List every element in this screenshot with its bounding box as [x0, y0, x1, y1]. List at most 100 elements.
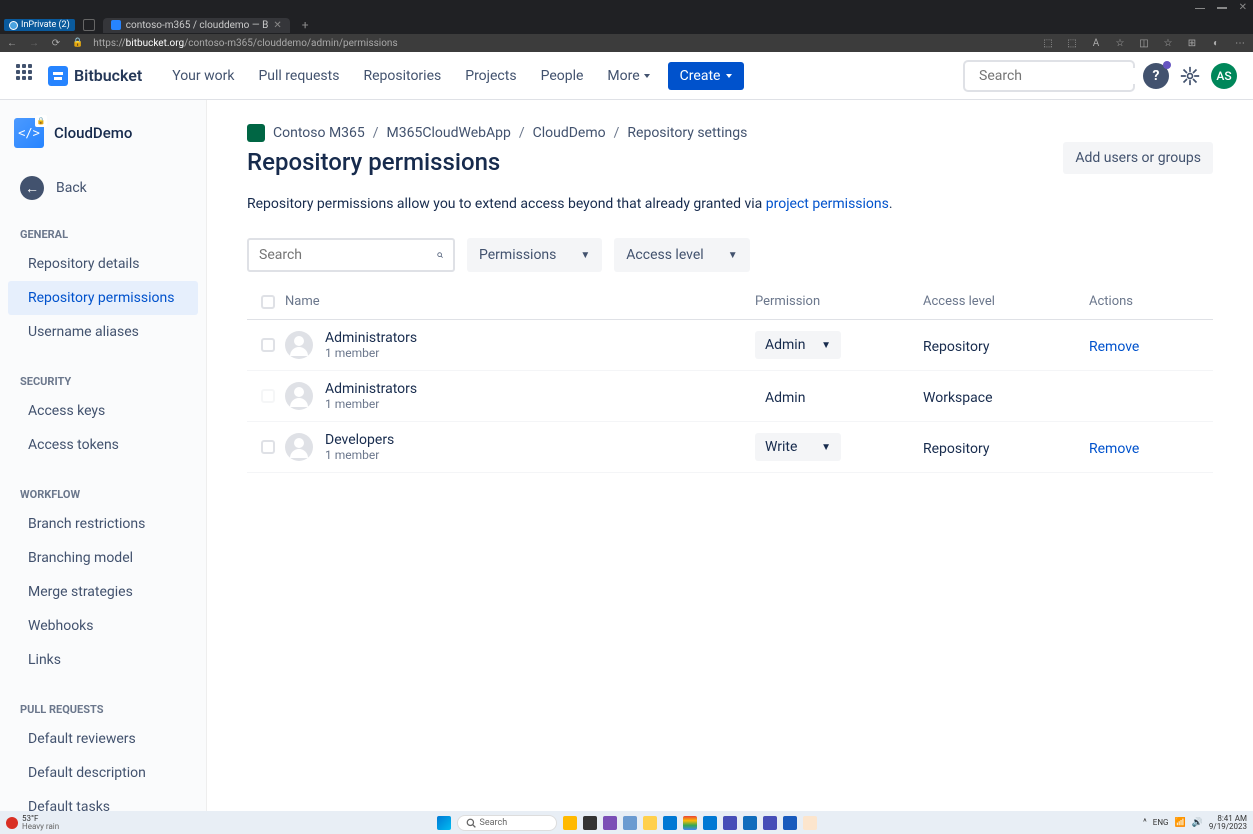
link-branching-model[interactable]: Branching model: [8, 541, 198, 575]
row-checkbox[interactable]: [261, 338, 275, 352]
tray-lang[interactable]: ENG: [1153, 818, 1169, 827]
add-users-button[interactable]: Add users or groups: [1063, 142, 1213, 174]
link-branch-restrictions[interactable]: Branch restrictions: [8, 507, 198, 541]
link-repository-permissions[interactable]: Repository permissions: [8, 281, 198, 315]
taskbar-app-icon[interactable]: [803, 816, 817, 830]
bc-project[interactable]: M365CloudWebApp: [387, 125, 511, 141]
favorites-bar-icon[interactable]: ☆: [1161, 38, 1175, 49]
taskbar-app-icon[interactable]: [643, 816, 657, 830]
top-nav: Bitbucket Your work Pull requests Reposi…: [0, 52, 1253, 100]
window-maximize-icon[interactable]: [1217, 7, 1227, 9]
tab-overview-icon[interactable]: [83, 19, 95, 31]
filter-permissions[interactable]: Permissions ▼: [467, 238, 602, 272]
nav-repositories[interactable]: Repositories: [353, 62, 451, 90]
search-input[interactable]: [979, 68, 1157, 84]
taskbar-app-icon[interactable]: [743, 816, 757, 830]
link-username-aliases[interactable]: Username aliases: [8, 315, 198, 349]
profile-icon[interactable]: ◐: [1209, 38, 1223, 49]
permission-select[interactable]: Write ▼: [755, 433, 841, 461]
remove-button[interactable]: Remove: [1089, 339, 1139, 355]
start-icon[interactable]: [437, 816, 451, 830]
weather-widget[interactable]: 53°F Heavy rain: [6, 815, 59, 831]
favorite-icon[interactable]: ☆: [1113, 38, 1127, 49]
taskbar-app-icon[interactable]: [683, 816, 697, 830]
bc-workspace[interactable]: Contoso M365: [273, 125, 365, 141]
nav-your-work[interactable]: Your work: [162, 62, 244, 90]
nav-more[interactable]: More: [597, 62, 659, 90]
section-pull-requests: PULL REQUESTS Default reviewers Default …: [0, 685, 206, 811]
tray-wifi-icon[interactable]: 📶: [1174, 818, 1185, 828]
nav-back-icon[interactable]: ←: [6, 38, 18, 49]
link-links[interactable]: Links: [8, 643, 198, 677]
taskbar-app-icon[interactable]: [783, 816, 797, 830]
filter-search-input[interactable]: [259, 247, 437, 263]
repo-header[interactable]: </> 🔒 CloudDemo: [0, 100, 206, 166]
header-permission: Permission: [755, 294, 923, 309]
taskbar-app-icon[interactable]: [583, 816, 597, 830]
tab-close-icon[interactable]: ✕: [273, 20, 281, 31]
create-label: Create: [680, 68, 721, 84]
app-switcher-icon[interactable]: [16, 64, 40, 88]
link-default-description[interactable]: Default description: [8, 756, 198, 790]
chevron-down-icon: ▼: [728, 250, 738, 261]
new-tab-button[interactable]: +: [298, 18, 313, 32]
more-icon[interactable]: ⋯: [1233, 38, 1247, 49]
filter-search[interactable]: [247, 238, 455, 272]
global-search[interactable]: [963, 60, 1135, 92]
taskbar-clock[interactable]: 8:41 AM 9/19/2023: [1209, 815, 1247, 831]
tray-volume-icon[interactable]: 🔊: [1192, 818, 1203, 828]
section-general: GENERAL Repository details Repository pe…: [0, 210, 206, 357]
read-aloud-icon[interactable]: A: [1089, 38, 1103, 49]
taskbar-search[interactable]: Search: [457, 815, 557, 831]
window-minimize-icon[interactable]: [1195, 7, 1205, 9]
row-checkbox[interactable]: [261, 440, 275, 454]
tray-chevron-icon[interactable]: ^: [1143, 818, 1147, 828]
back-button[interactable]: ← Back: [0, 166, 206, 210]
extensions-icon[interactable]: ⬚: [1065, 38, 1079, 49]
taskbar-app-icon[interactable]: [663, 816, 677, 830]
settings-icon[interactable]: [1177, 63, 1203, 89]
taskbar-app-icon[interactable]: [763, 816, 777, 830]
heading-pull-requests: PULL REQUESTS: [0, 693, 206, 722]
link-access-keys[interactable]: Access keys: [8, 394, 198, 428]
remove-button[interactable]: Remove: [1089, 441, 1139, 457]
bitbucket-logo[interactable]: Bitbucket: [48, 66, 142, 86]
user-avatar[interactable]: AS: [1211, 63, 1237, 89]
bc-settings[interactable]: Repository settings: [627, 125, 747, 141]
row-name[interactable]: Administrators: [325, 330, 417, 346]
link-repository-details[interactable]: Repository details: [8, 247, 198, 281]
nav-reload-icon[interactable]: ⟳: [50, 38, 62, 49]
taskbar-app-icon[interactable]: [603, 816, 617, 830]
taskbar-app-icon[interactable]: [623, 816, 637, 830]
row-checkbox[interactable]: [261, 389, 275, 403]
link-merge-strategies[interactable]: Merge strategies: [8, 575, 198, 609]
nav-projects[interactable]: Projects: [455, 62, 526, 90]
table-row: Developers 1 member Write ▼ Repository R…: [247, 422, 1213, 473]
nav-pull-requests[interactable]: Pull requests: [248, 62, 349, 90]
shopping-icon[interactable]: ⬚: [1041, 38, 1055, 49]
taskbar-app-icon[interactable]: [723, 816, 737, 830]
filter-access-level[interactable]: Access level ▼: [614, 238, 749, 272]
nav-people[interactable]: People: [531, 62, 594, 90]
link-access-tokens[interactable]: Access tokens: [8, 428, 198, 462]
inprivate-badge[interactable]: InPrivate (2): [4, 19, 75, 31]
collections-icon[interactable]: ⊞: [1185, 38, 1199, 49]
permission-select[interactable]: Admin ▼: [755, 331, 841, 359]
task-view-icon[interactable]: [563, 816, 577, 830]
create-button[interactable]: Create: [668, 62, 745, 90]
project-permissions-link[interactable]: project permissions: [766, 196, 889, 212]
select-all-checkbox[interactable]: [261, 295, 275, 309]
taskbar-app-icon[interactable]: [703, 816, 717, 830]
url-text[interactable]: https://bitbucket.org/contoso-m365/cloud…: [93, 38, 1031, 49]
row-name[interactable]: Administrators: [325, 381, 417, 397]
link-default-reviewers[interactable]: Default reviewers: [8, 722, 198, 756]
row-name[interactable]: Developers: [325, 432, 394, 448]
split-icon[interactable]: ◫: [1137, 38, 1151, 49]
browser-tab[interactable]: contoso-m365 / clouddemo — B ✕: [103, 18, 290, 33]
bc-repo[interactable]: CloudDemo: [533, 125, 606, 141]
back-label: Back: [56, 180, 87, 196]
lock-icon[interactable]: 🔒: [72, 38, 83, 48]
link-webhooks[interactable]: Webhooks: [8, 609, 198, 643]
help-icon[interactable]: ?: [1143, 63, 1169, 89]
link-default-tasks[interactable]: Default tasks: [8, 790, 198, 811]
